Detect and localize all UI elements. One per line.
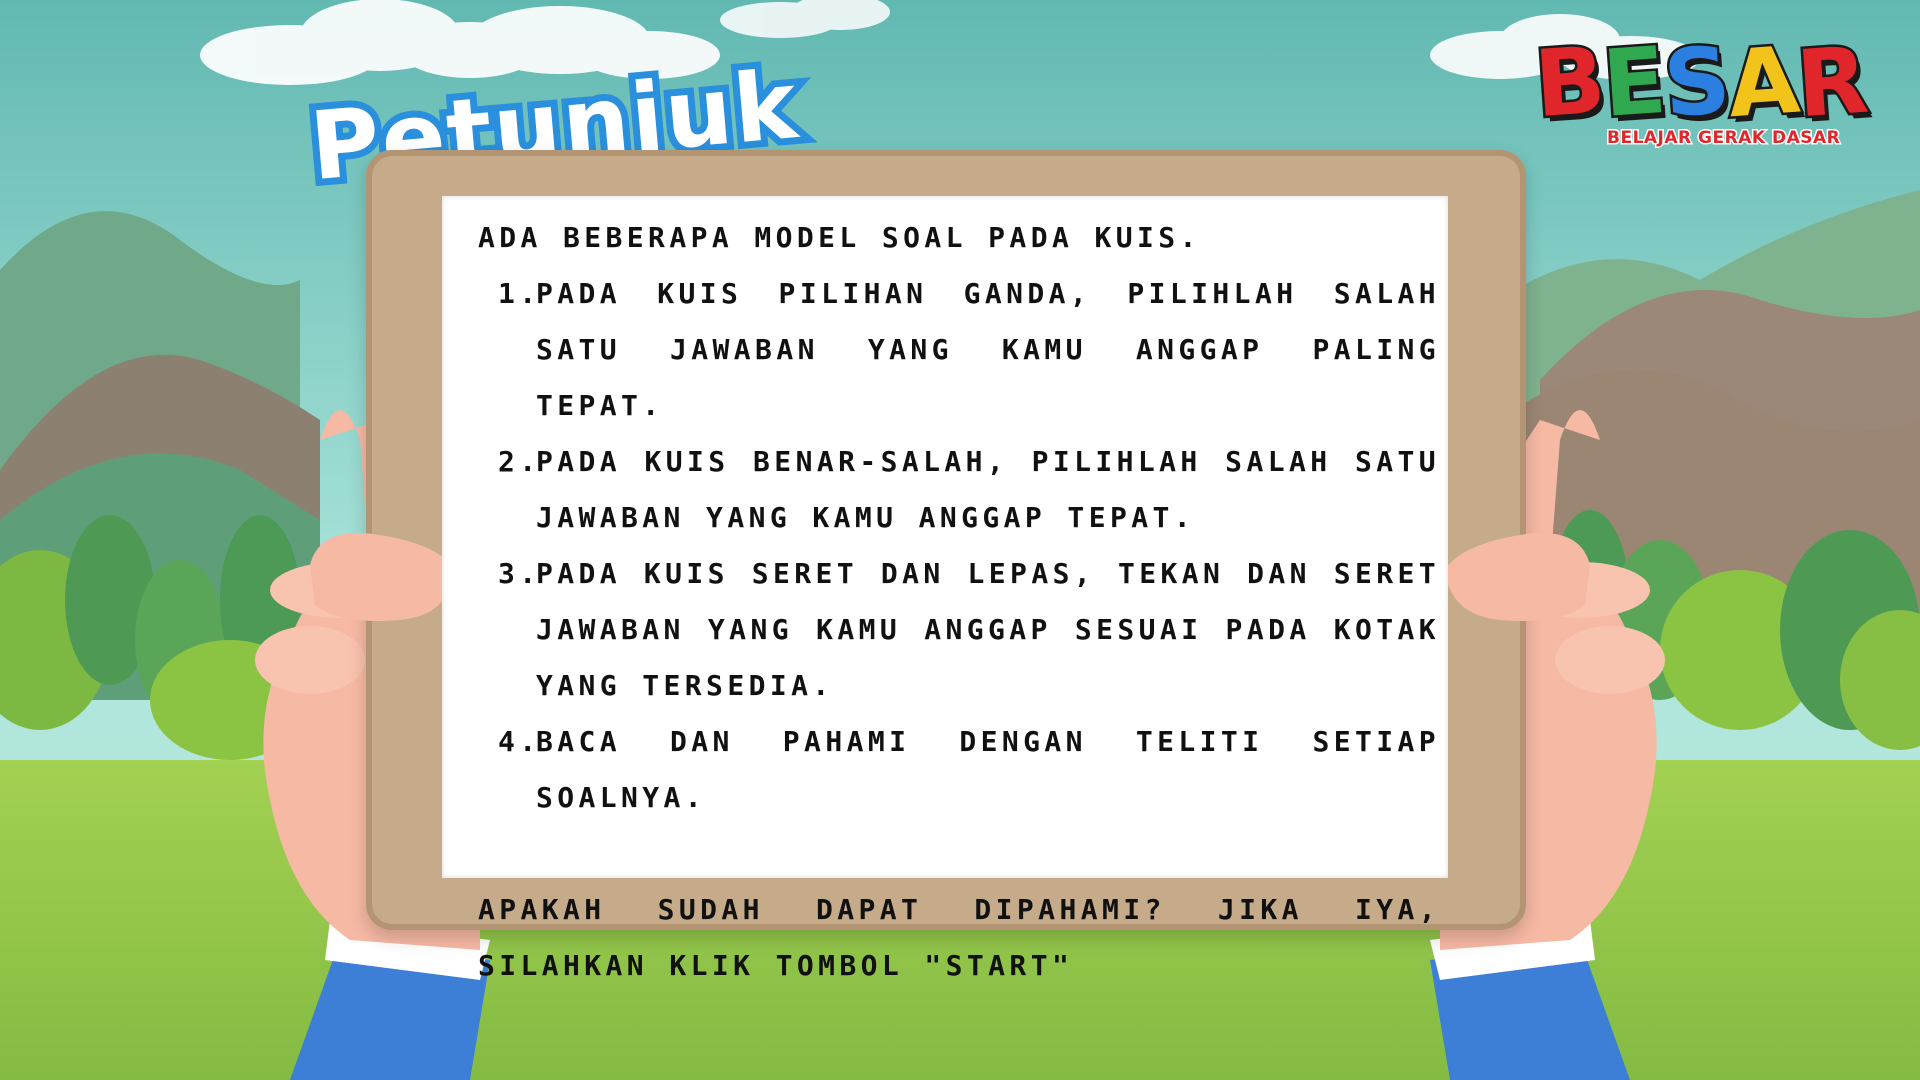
- item-number: 4.: [498, 725, 541, 758]
- instructions-closing: APAKAH SUDAH DAPAT DIPAHAMI? JIKA IYA, S…: [478, 893, 1440, 982]
- logo-letter-e: E: [1597, 25, 1670, 141]
- logo-letter-a: A: [1722, 24, 1803, 141]
- item-number: 3.: [498, 557, 541, 590]
- besar-logo: B E S A R BELAJAR GERAK DASAR: [1529, 24, 1895, 158]
- right-thumb-icon: [1445, 533, 1590, 621]
- instruction-item-2: 2. PADA KUIS BENAR-SALAH, PILIHLAH SALAH…: [478, 434, 1440, 546]
- item-text: PADA KUIS BENAR-SALAH, PILIHLAH SALAH SA…: [536, 445, 1440, 534]
- instructions-list: 1. PADA KUIS PILIHAN GANDA, PILIHLAH SAL…: [478, 266, 1440, 826]
- scene: Petunjuk B E S A R BELAJAR GERAK DASAR A…: [0, 0, 1920, 1080]
- left-thumb-icon: [310, 533, 455, 621]
- logo-letter-b: B: [1529, 24, 1609, 140]
- item-text: PADA KUIS PILIHAN GANDA, PILIHLAH SALAH …: [536, 277, 1440, 422]
- instructions-text: ADA BEBERAPA MODEL SOAL PADA KUIS. 1. PA…: [478, 210, 1440, 994]
- instructions-intro: ADA BEBERAPA MODEL SOAL PADA KUIS.: [478, 221, 1201, 254]
- item-number: 2.: [498, 445, 541, 478]
- logo-subtitle: BELAJAR GERAK DASAR: [1605, 127, 1841, 150]
- logo-letter-r: R: [1791, 24, 1872, 141]
- logo-word: B E S A R: [1529, 24, 1873, 141]
- instruction-item-1: 1. PADA KUIS PILIHAN GANDA, PILIHLAH SAL…: [478, 266, 1440, 434]
- item-text: PADA KUIS SERET DAN LEPAS, TEKAN DAN SER…: [536, 557, 1440, 702]
- item-text: BACA DAN PAHAMI DENGAN TELITI SETIAP SOA…: [536, 725, 1440, 814]
- instruction-item-3: 3. PADA KUIS SERET DAN LEPAS, TEKAN DAN …: [478, 546, 1440, 714]
- instruction-item-4: 4. BACA DAN PAHAMI DENGAN TELITI SETIAP …: [478, 714, 1440, 826]
- item-number: 1.: [498, 277, 541, 310]
- logo-letter-s: S: [1658, 24, 1735, 140]
